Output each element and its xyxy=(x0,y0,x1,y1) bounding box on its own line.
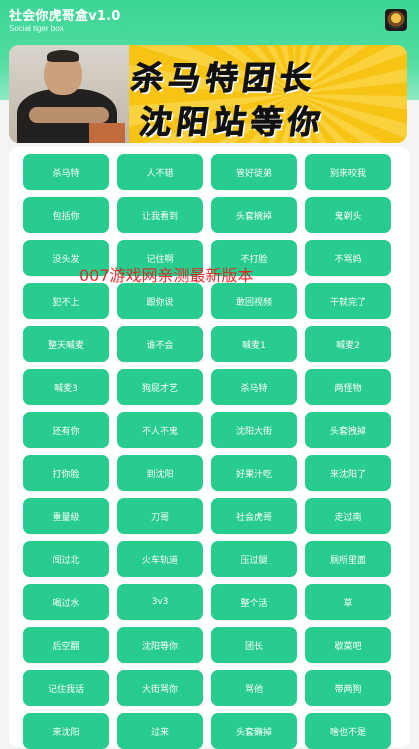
sound-button[interactable]: 草 xyxy=(305,584,391,620)
banner-photo xyxy=(9,45,129,143)
sound-button[interactable]: 团长 xyxy=(211,627,297,663)
sound-button[interactable]: 走过南 xyxy=(305,498,391,534)
sound-button[interactable]: 整个活 xyxy=(211,584,297,620)
sound-button-panel: 杀马特 人不错 管好徒弟 别来咬我 包括你 让我看到 头套摘掉 鬼剃头 没头发 记住啊 不打脸 不骂妈… xyxy=(9,147,410,749)
sound-button[interactable]: 记住啊 xyxy=(117,240,203,276)
sound-button[interactable]: 沈阳等你 xyxy=(117,627,203,663)
sound-button[interactable]: 不骂妈 xyxy=(305,240,391,276)
sound-button[interactable]: 不人不鬼 xyxy=(117,412,203,448)
sound-button[interactable]: 带两狗 xyxy=(305,670,391,706)
sound-button[interactable]: 记住我话 xyxy=(23,670,109,706)
sound-button[interactable]: 过来 xyxy=(117,713,203,749)
sound-button[interactable]: 整天喊麦 xyxy=(23,326,109,362)
sound-button[interactable]: 来沈阳 xyxy=(23,713,109,749)
sound-button[interactable]: 喝过水 xyxy=(23,584,109,620)
sound-button[interactable]: 头套摘掉 xyxy=(211,197,297,233)
sound-button[interactable]: 社会虎哥 xyxy=(211,498,297,534)
sound-button[interactable]: 喊麦2 xyxy=(305,326,391,362)
banner-headline-2: 沈阳站等你 xyxy=(137,103,328,142)
sound-button[interactable]: 压过腿 xyxy=(211,541,297,577)
sound-button-grid: 杀马特 人不错 管好徒弟 别来咬我 包括你 让我看到 头套摘掉 鬼剃头 没头发 记住啊 不打脸 不骂妈… xyxy=(23,154,396,749)
sound-button[interactable]: 后空翻 xyxy=(23,627,109,663)
sound-button[interactable]: 包括你 xyxy=(23,197,109,233)
sound-button[interactable]: 头套薅掉 xyxy=(211,713,297,749)
sound-button[interactable]: 敢回视频 xyxy=(211,283,297,319)
banner-headline-1: 杀马特团长 xyxy=(129,59,320,98)
sound-button[interactable]: 狗屁才艺 xyxy=(117,369,203,405)
sound-button[interactable]: 不打脸 xyxy=(211,240,297,276)
sound-button[interactable]: 好果汁吃 xyxy=(211,455,297,491)
sound-button[interactable]: 重量级 xyxy=(23,498,109,534)
sound-button[interactable]: 管好徒弟 xyxy=(211,154,297,190)
sound-button[interactable]: 头套拽掉 xyxy=(305,412,391,448)
sound-button[interactable]: 来沈阳了 xyxy=(305,455,391,491)
sound-button[interactable]: 还有你 xyxy=(23,412,109,448)
sound-button[interactable]: 啥也不是 xyxy=(305,713,391,749)
sound-button[interactable]: 犯不上 xyxy=(23,283,109,319)
sound-button[interactable]: 杀马特 xyxy=(211,369,297,405)
sound-button[interactable]: 火车轨道 xyxy=(117,541,203,577)
sound-button[interactable]: 跟你说 xyxy=(117,283,203,319)
sound-button[interactable]: 鬼剃头 xyxy=(305,197,391,233)
sound-button[interactable]: 刀哥 xyxy=(117,498,203,534)
app-title: 社会你虎哥盒v1.0 xyxy=(9,9,121,24)
sound-button[interactable]: 没头发 xyxy=(23,240,109,276)
sound-button[interactable]: 谁不会 xyxy=(117,326,203,362)
sound-button[interactable]: 厕所里面 xyxy=(305,541,391,577)
sound-button[interactable]: 别来咬我 xyxy=(305,154,391,190)
app-avatar-icon[interactable] xyxy=(385,9,407,31)
sound-button[interactable]: 3v3 xyxy=(117,584,203,620)
sound-button[interactable]: 骂他 xyxy=(211,670,297,706)
sound-button[interactable]: 歇菜吧 xyxy=(305,627,391,663)
sound-button[interactable]: 干就完了 xyxy=(305,283,391,319)
sound-button[interactable]: 人不错 xyxy=(117,154,203,190)
sound-button[interactable]: 沈阳大街 xyxy=(211,412,297,448)
sound-button[interactable]: 打你脸 xyxy=(23,455,109,491)
sound-button[interactable]: 喊麦3 xyxy=(23,369,109,405)
promo-banner[interactable]: 杀马特团长 沈阳站等你 xyxy=(9,45,407,143)
sound-button[interactable]: 喊麦1 xyxy=(211,326,297,362)
sound-button[interactable]: 两怪物 xyxy=(305,369,391,405)
sound-button[interactable]: 大街骂你 xyxy=(117,670,203,706)
sound-button[interactable]: 让我看到 xyxy=(117,197,203,233)
sound-button[interactable]: 到沈阳 xyxy=(117,455,203,491)
sound-button[interactable]: 闯过北 xyxy=(23,541,109,577)
sound-button[interactable]: 杀马特 xyxy=(23,154,109,190)
app-subtitle: Social tiger box xyxy=(9,24,64,33)
